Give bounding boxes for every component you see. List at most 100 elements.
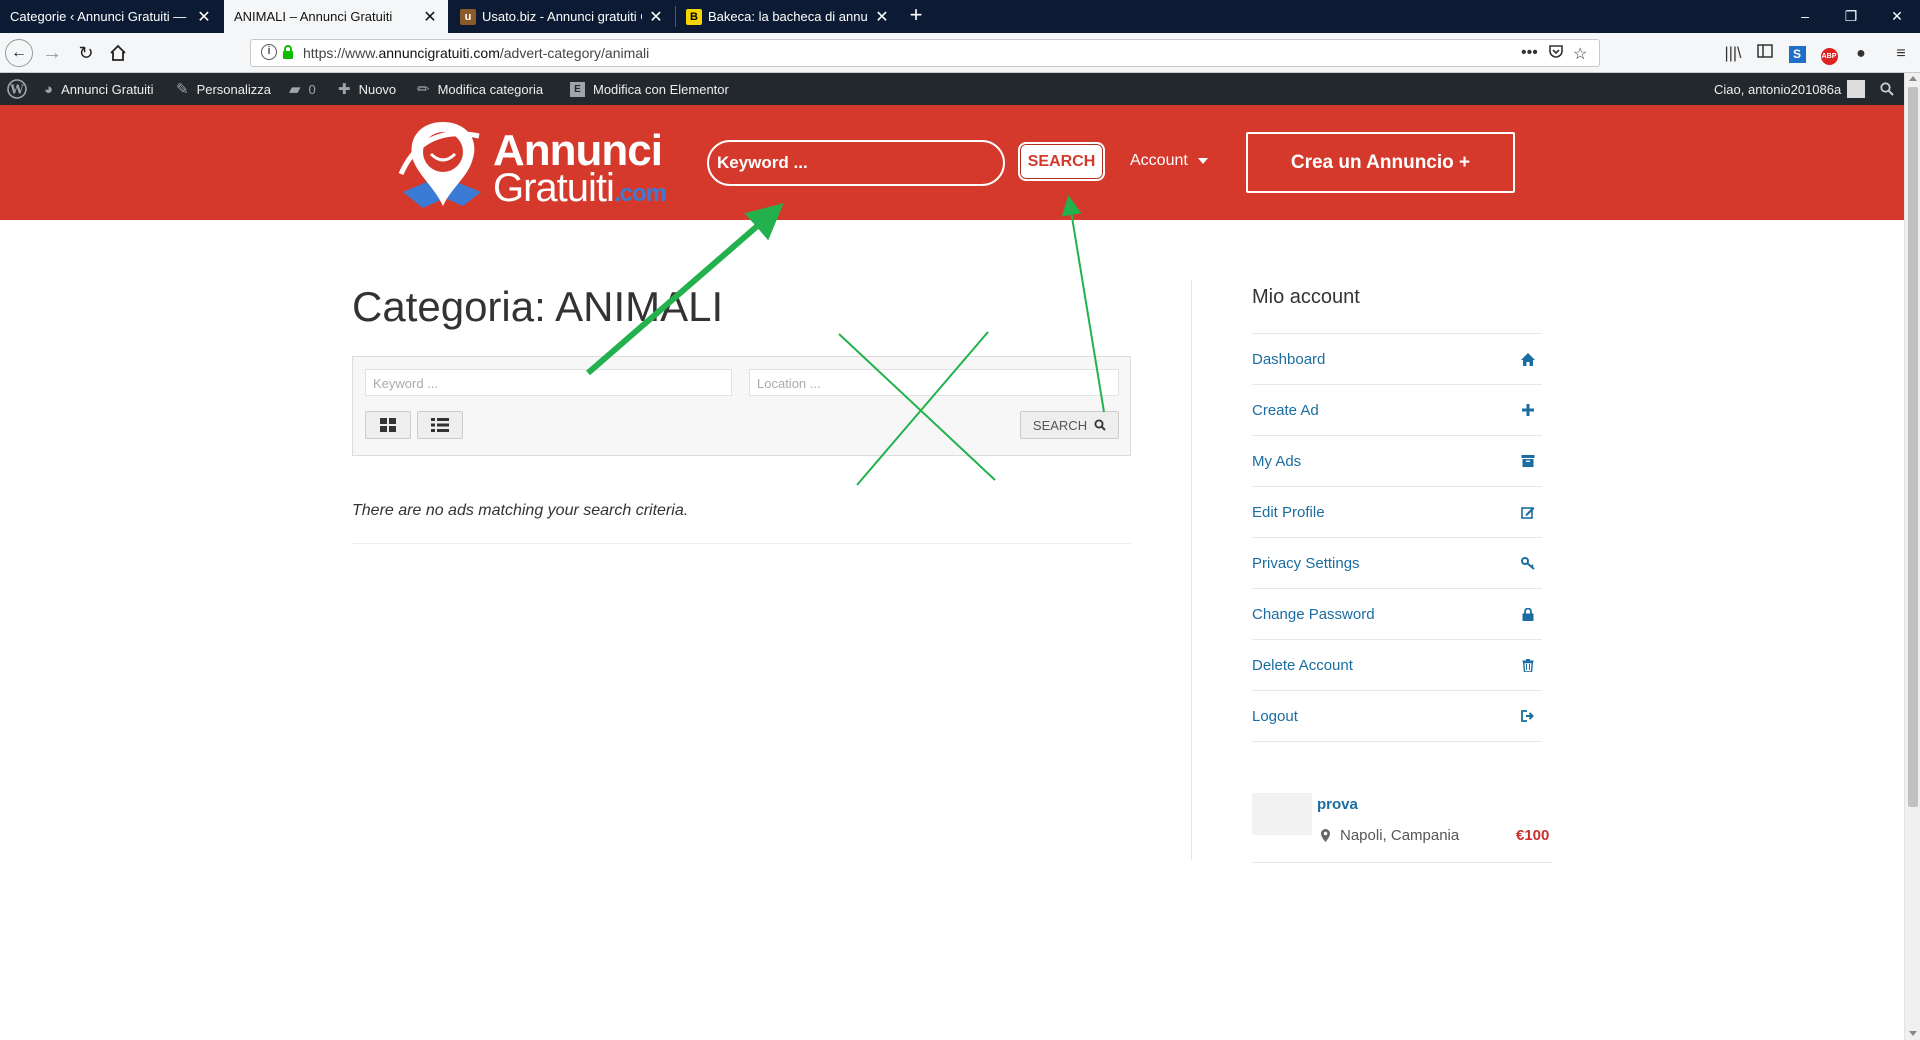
sidebar-item-change-password[interactable]: Change Password	[1252, 589, 1542, 640]
home-icon[interactable]	[104, 39, 132, 67]
ad-title[interactable]: prova	[1317, 796, 1358, 813]
close-tab-icon[interactable]: ✕	[196, 7, 212, 27]
ad-location-text: Napoli, Campania	[1340, 827, 1460, 844]
archive-icon	[1521, 455, 1535, 467]
library-icon[interactable]: |||\	[1722, 43, 1744, 65]
account-menu-list: Dashboard Create Ad My Ads Edit Profile …	[1252, 333, 1542, 742]
browser-tab-animali[interactable]: ANIMALI – Annunci Gratuiti ✕	[224, 0, 448, 33]
close-tab-icon[interactable]: ✕	[874, 7, 890, 27]
site-name-label: Annunci Gratuiti	[61, 81, 154, 97]
wp-account-greeting[interactable]: Ciao, antonio201086a	[1714, 73, 1866, 105]
close-tab-icon[interactable]: ✕	[648, 7, 664, 27]
scroll-down-icon[interactable]	[1909, 1031, 1917, 1036]
new-tab-icon[interactable]: +	[905, 0, 927, 33]
filter-search-button[interactable]: SEARCH	[1020, 411, 1119, 439]
ad-filter-box: Keyword ... Location ... SEARCH	[352, 356, 1131, 456]
caret-down-icon	[1197, 158, 1208, 164]
grid-icon	[380, 418, 396, 432]
sidebar-item-logout[interactable]: Logout	[1252, 691, 1542, 742]
sidebar-item-label: Change Password	[1252, 605, 1375, 623]
recent-ad-card[interactable]: prova Napoli, Campania €100	[1252, 793, 1552, 863]
pocket-icon[interactable]	[1548, 44, 1564, 65]
wp-search-icon[interactable]	[1880, 73, 1894, 105]
site-info-icon[interactable]: i	[261, 44, 277, 60]
sidebar-item-label: Delete Account	[1252, 656, 1353, 674]
scroll-up-icon[interactable]	[1909, 76, 1917, 81]
wp-site-name[interactable]: ◕ Annunci Gratuiti	[44, 73, 154, 105]
sidebar-item-edit-profile[interactable]: Edit Profile	[1252, 487, 1542, 538]
site-logo[interactable]: Annunci Gratuiti.com	[393, 114, 673, 214]
list-icon	[431, 418, 449, 432]
pencil-icon: ✏	[417, 81, 430, 98]
browser-tab-usato[interactable]: u Usato.biz - Annunci gratuiti Ca ✕	[450, 0, 674, 33]
dashboard-icon: ◕	[44, 80, 54, 98]
sidebar-item-delete-account[interactable]: Delete Account	[1252, 640, 1542, 691]
header-search-input[interactable]: Keyword ...	[707, 140, 1005, 186]
ad-location: Napoli, Campania	[1317, 827, 1459, 844]
plus-icon: ✚	[338, 81, 351, 98]
sidebar-item-label: Dashboard	[1252, 350, 1326, 368]
scroll-thumb[interactable]	[1908, 87, 1918, 807]
minimize-icon[interactable]: –	[1782, 0, 1828, 33]
restore-icon[interactable]: ❐	[1828, 0, 1874, 33]
key-icon	[1521, 556, 1535, 570]
adblock-icon[interactable]: ABP	[1818, 43, 1840, 65]
wp-edit-elementor[interactable]: E Modifica con Elementor	[570, 73, 729, 105]
keyword-input[interactable]: Keyword ...	[365, 369, 732, 396]
sidebar-item-privacy-settings[interactable]: Privacy Settings	[1252, 538, 1542, 589]
home-icon	[1521, 352, 1535, 366]
sidebar-icon[interactable]	[1754, 43, 1776, 65]
comments-count: 0	[308, 81, 316, 97]
menu-icon[interactable]: ≡	[1890, 43, 1912, 65]
browser-tab-strip: Categorie ‹ Annunci Gratuiti — Wo ✕ ANIM…	[0, 0, 1920, 33]
wp-comments[interactable]: ▰ 0	[289, 73, 316, 105]
window-close-icon[interactable]: ✕	[1874, 0, 1920, 33]
tab-title: Categorie ‹ Annunci Gratuiti — Wo	[10, 9, 190, 24]
location-input[interactable]: Location ...	[749, 369, 1119, 396]
extension-s-icon[interactable]: S	[1786, 43, 1808, 65]
list-view-button[interactable]	[417, 411, 463, 439]
avatar	[1847, 80, 1866, 98]
wp-edit-category[interactable]: ✏ Modifica categoria	[417, 73, 543, 105]
sidebar-item-my-ads[interactable]: My Ads	[1252, 436, 1542, 487]
account-menu[interactable]: Account	[1130, 152, 1208, 170]
extension-icon[interactable]: ●	[1850, 43, 1872, 65]
elementor-icon: E	[570, 81, 585, 97]
sidebar-item-dashboard[interactable]: Dashboard	[1252, 334, 1542, 385]
secure-lock-icon	[283, 45, 293, 59]
sidebar-item-label: My Ads	[1252, 452, 1302, 470]
bakeca-favicon-icon: B	[686, 8, 702, 25]
sidebar-item-create-ad[interactable]: Create Ad	[1252, 385, 1542, 436]
browser-tab-categorie[interactable]: Categorie ‹ Annunci Gratuiti — Wo ✕	[0, 0, 222, 33]
ad-thumbnail[interactable]	[1252, 793, 1312, 835]
back-icon[interactable]: ←	[5, 39, 33, 67]
tab-title: Bakeca: la bacheca di annunci g	[708, 9, 868, 24]
page-actions-icon[interactable]: •••	[1521, 44, 1538, 62]
wp-customize[interactable]: ✎ Personalizza	[176, 73, 271, 105]
bookmark-star-icon[interactable]: ☆	[1573, 44, 1587, 64]
page-scrollbar[interactable]	[1904, 73, 1920, 1040]
column-divider	[1191, 280, 1192, 860]
plus-icon	[1522, 404, 1534, 416]
grid-view-button[interactable]	[365, 411, 411, 439]
filter-search-label: SEARCH	[1032, 417, 1088, 433]
comment-icon: ▰	[289, 81, 301, 98]
address-bar[interactable]: i https://www.annuncigratuiti.com/advert…	[250, 39, 1600, 67]
lock-icon	[1522, 607, 1534, 621]
close-tab-icon[interactable]: ✕	[422, 7, 438, 27]
forward-icon[interactable]: →	[38, 39, 66, 67]
trash-icon	[1522, 658, 1534, 672]
site-header: Annunci Gratuiti.com Keyword ... SEARCH …	[0, 105, 1904, 220]
wp-new[interactable]: ✚ Nuovo	[338, 73, 396, 105]
create-ad-button[interactable]: Crea un Annuncio +	[1246, 132, 1515, 193]
location-placeholder: Location ...	[757, 376, 821, 391]
greeting-label: Ciao, antonio201086a	[1714, 81, 1842, 97]
keyword-placeholder: Keyword ...	[373, 376, 439, 391]
wordpress-logo-icon[interactable]: W	[7, 73, 27, 105]
sidebar-item-label: Privacy Settings	[1252, 554, 1360, 572]
account-label: Account	[1130, 152, 1188, 169]
url-text: https://www.annuncigratuiti.com/advert-c…	[303, 45, 650, 61]
header-search-button[interactable]: SEARCH	[1018, 142, 1105, 181]
reload-icon[interactable]: ↻	[72, 39, 100, 67]
browser-tab-bakeca[interactable]: B Bakeca: la bacheca di annunci g ✕	[676, 0, 900, 33]
